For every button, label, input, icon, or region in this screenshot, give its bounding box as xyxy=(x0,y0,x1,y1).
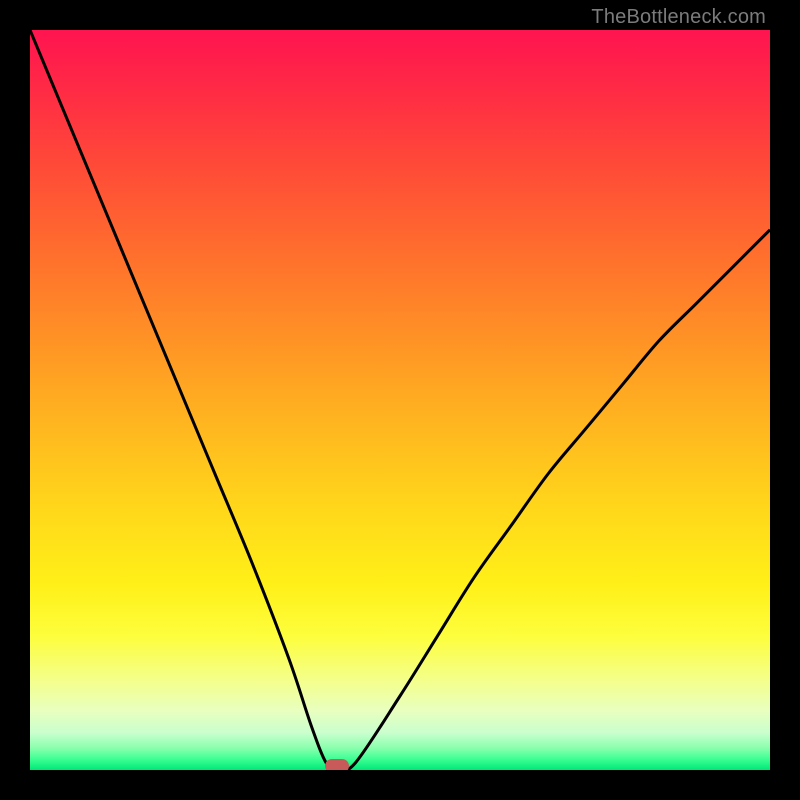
plot-area xyxy=(30,30,770,770)
bottleneck-curve xyxy=(30,30,770,770)
frame: TheBottleneck.com xyxy=(0,0,800,800)
minimum-marker xyxy=(325,759,349,770)
watermark-text: TheBottleneck.com xyxy=(591,6,766,29)
curve-svg xyxy=(30,30,770,770)
